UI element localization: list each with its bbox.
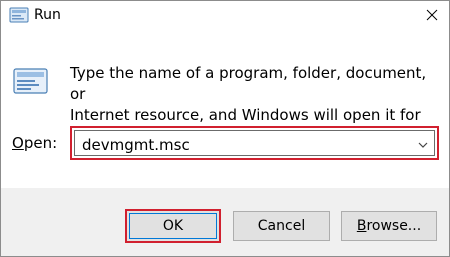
- chevron-down-icon[interactable]: [416, 138, 430, 152]
- run-icon: [9, 7, 29, 23]
- ok-button-label: OK: [162, 218, 184, 234]
- close-icon: [426, 9, 438, 25]
- cancel-button[interactable]: Cancel: [233, 211, 330, 241]
- run-dialog: Run Type the name of a program, folder, …: [0, 0, 450, 257]
- title-bar: Run: [1, 1, 449, 32]
- run-icon: [12, 66, 50, 96]
- ok-button[interactable]: OK: [125, 209, 221, 243]
- cancel-button-label: Cancel: [257, 218, 306, 234]
- browse-button[interactable]: Browse...: [341, 211, 437, 241]
- ok-button-focus: OK: [129, 213, 217, 239]
- open-input-frame: devmgmt.msc: [74, 130, 435, 156]
- browse-button-label: Browse...: [357, 218, 421, 234]
- open-label: Open:: [12, 134, 57, 152]
- open-input[interactable]: devmgmt.msc: [82, 136, 190, 154]
- open-label-rest: pen:: [23, 134, 58, 152]
- dialog-footer: OK Cancel Browse...: [1, 188, 449, 256]
- close-button[interactable]: [415, 1, 449, 32]
- dialog-body: Type the name of a program, folder, docu…: [1, 32, 449, 188]
- browse-label-rest: rowse...: [366, 218, 422, 234]
- description-line-1: Type the name of a program, folder, docu…: [70, 64, 427, 103]
- browse-accelerator: B: [356, 218, 367, 234]
- open-combobox[interactable]: devmgmt.msc: [70, 126, 439, 160]
- window-title: Run: [34, 7, 61, 23]
- open-label-accelerator: O: [12, 134, 24, 152]
